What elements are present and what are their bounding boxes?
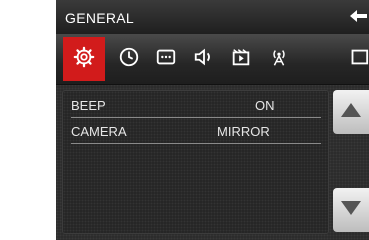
tab-more[interactable] bbox=[346, 41, 369, 77]
tab-display[interactable] bbox=[148, 41, 184, 77]
frame-icon bbox=[347, 46, 369, 73]
tab-sound[interactable] bbox=[186, 41, 222, 77]
arrow-up-icon bbox=[339, 101, 363, 124]
title-bar: GENERAL bbox=[56, 0, 369, 34]
setting-label: CAMERA bbox=[71, 124, 127, 139]
setting-value: ON bbox=[255, 98, 275, 113]
setting-label: BEEP bbox=[71, 98, 106, 113]
display-icon bbox=[155, 46, 177, 73]
page-title: GENERAL bbox=[65, 10, 135, 26]
back-icon[interactable] bbox=[347, 6, 369, 26]
tab-general[interactable] bbox=[63, 37, 105, 81]
tab-bar bbox=[56, 34, 369, 85]
setting-value: MIRROR bbox=[217, 124, 270, 139]
gear-icon bbox=[73, 46, 95, 73]
arrow-down-icon bbox=[339, 199, 363, 222]
tab-antenna[interactable] bbox=[261, 41, 297, 77]
antenna-icon bbox=[268, 46, 290, 73]
settings-list: BEEP ON CAMERA MIRROR bbox=[62, 90, 329, 234]
list-item-beep[interactable]: BEEP ON bbox=[71, 95, 321, 118]
list-item-camera[interactable]: CAMERA MIRROR bbox=[71, 121, 321, 144]
video-icon bbox=[230, 46, 252, 73]
settings-screen: GENERAL BEEP ON CAMERA MIRROR bbox=[56, 0, 369, 240]
tab-clock[interactable] bbox=[111, 41, 147, 77]
scroll-up-button[interactable] bbox=[333, 90, 369, 134]
speaker-icon bbox=[193, 46, 215, 73]
scroll-down-button[interactable] bbox=[333, 188, 369, 232]
clock-icon bbox=[118, 46, 140, 73]
tab-video[interactable] bbox=[223, 41, 259, 77]
